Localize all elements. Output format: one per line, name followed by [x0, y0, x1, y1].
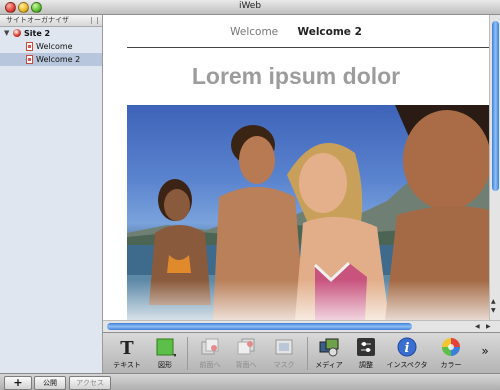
adjust-label: 調整 [359, 361, 373, 369]
site-organizer-title: サイトオーガナイザ [6, 16, 69, 24]
mask-label: マスク [273, 361, 295, 369]
toolbar: T テキスト 図形 前面へ 背面へ マスク メディア 調整 i インスペクタ カ… [103, 332, 500, 374]
text-button[interactable]: T テキスト [109, 336, 145, 370]
plus-icon: + [13, 376, 23, 389]
photo-illustration [127, 105, 489, 320]
sidebar-item-welcome-2[interactable]: Welcome 2 [0, 53, 102, 66]
site-organizer-header: サイトオーガナイザ [0, 15, 102, 27]
mask-button[interactable]: マスク [267, 336, 301, 370]
bring-front-button[interactable]: 前面へ [193, 336, 227, 370]
more-button[interactable]: » [477, 344, 493, 358]
page-icon [26, 55, 33, 64]
title-bar: iWeb [0, 0, 500, 15]
sidebar-item-welcome[interactable]: Welcome [0, 40, 102, 53]
visit-button[interactable]: アクセス [69, 376, 111, 390]
sidebar-item-site[interactable]: ▼ Site 2 [0, 27, 102, 40]
text-button-label: テキスト [113, 361, 141, 369]
scroll-right-arrow-icon[interactable]: ▶ [486, 323, 491, 330]
send-back-button[interactable]: 背面へ [229, 336, 263, 370]
color-label: カラー [440, 361, 462, 369]
media-button[interactable]: メディア [311, 336, 347, 370]
color-icon [440, 336, 462, 358]
text-icon: T [116, 336, 138, 359]
svg-text:T: T [120, 338, 134, 358]
scroll-down-arrow-icon[interactable]: ▼ [491, 308, 496, 314]
bring-front-icon [199, 336, 221, 358]
scroll-left-arrow-icon[interactable]: ◀ [475, 323, 480, 330]
vertical-scrollbar[interactable]: ▲ ▼ [489, 15, 500, 320]
bottom-bar: + 公開 アクセス [0, 373, 500, 390]
beach-photo[interactable] [127, 105, 489, 320]
adjust-icon [355, 336, 377, 358]
page-headline[interactable]: Lorem ipsum dolor [103, 63, 489, 90]
color-button[interactable]: カラー [433, 336, 469, 370]
bring-front-label: 前面へ [199, 361, 221, 369]
shape-button-label: 図形 [158, 361, 172, 369]
media-icon [318, 336, 340, 358]
nav-link-welcome-2[interactable]: Welcome 2 [297, 26, 361, 38]
toolbar-separator [307, 337, 308, 370]
shape-button[interactable]: 図形 [149, 336, 181, 370]
disclosure-triangle-icon[interactable]: ▼ [4, 30, 9, 37]
resize-grip-icon[interactable] [91, 17, 98, 24]
inspector-label: インスペクタ [386, 361, 428, 369]
send-back-label: 背面へ [235, 361, 257, 369]
scroll-up-arrow-icon[interactable]: ▲ [491, 299, 496, 305]
adjust-button[interactable]: 調整 [351, 336, 381, 370]
mask-icon [273, 336, 295, 358]
shape-icon [154, 336, 177, 358]
inspector-icon: i [396, 336, 418, 358]
navigation-menu: Welcome Welcome 2 [103, 26, 489, 38]
iweb-window: iWeb サイトオーガナイザ ▼ Site 2 Welcome Welcome … [0, 0, 500, 390]
page-label: Welcome [36, 42, 73, 51]
add-page-button[interactable]: + [4, 376, 32, 390]
page-canvas[interactable]: Welcome Welcome 2 Lorem ipsum dolor [103, 15, 489, 320]
horizontal-scrollbar[interactable]: ◀ ▶ [103, 320, 500, 332]
horizontal-scroll-thumb[interactable] [107, 323, 412, 330]
nav-divider [127, 47, 489, 48]
window-title: iWeb [238, 1, 262, 11]
nav-link-welcome[interactable]: Welcome [230, 26, 278, 38]
inspector-button[interactable]: i インスペクタ [383, 336, 431, 370]
vertical-scroll-thumb[interactable] [492, 21, 499, 191]
page-icon [26, 42, 33, 51]
media-label: メディア [315, 361, 343, 369]
site-label: Site 2 [24, 29, 51, 38]
toolbar-separator [187, 337, 188, 370]
publish-button[interactable]: 公開 [34, 376, 66, 390]
site-icon [13, 29, 21, 37]
svg-text:i: i [405, 341, 410, 356]
send-back-icon [235, 336, 257, 358]
page-label: Welcome 2 [36, 55, 81, 64]
site-organizer: サイトオーガナイザ ▼ Site 2 Welcome Welcome 2 [0, 15, 103, 373]
